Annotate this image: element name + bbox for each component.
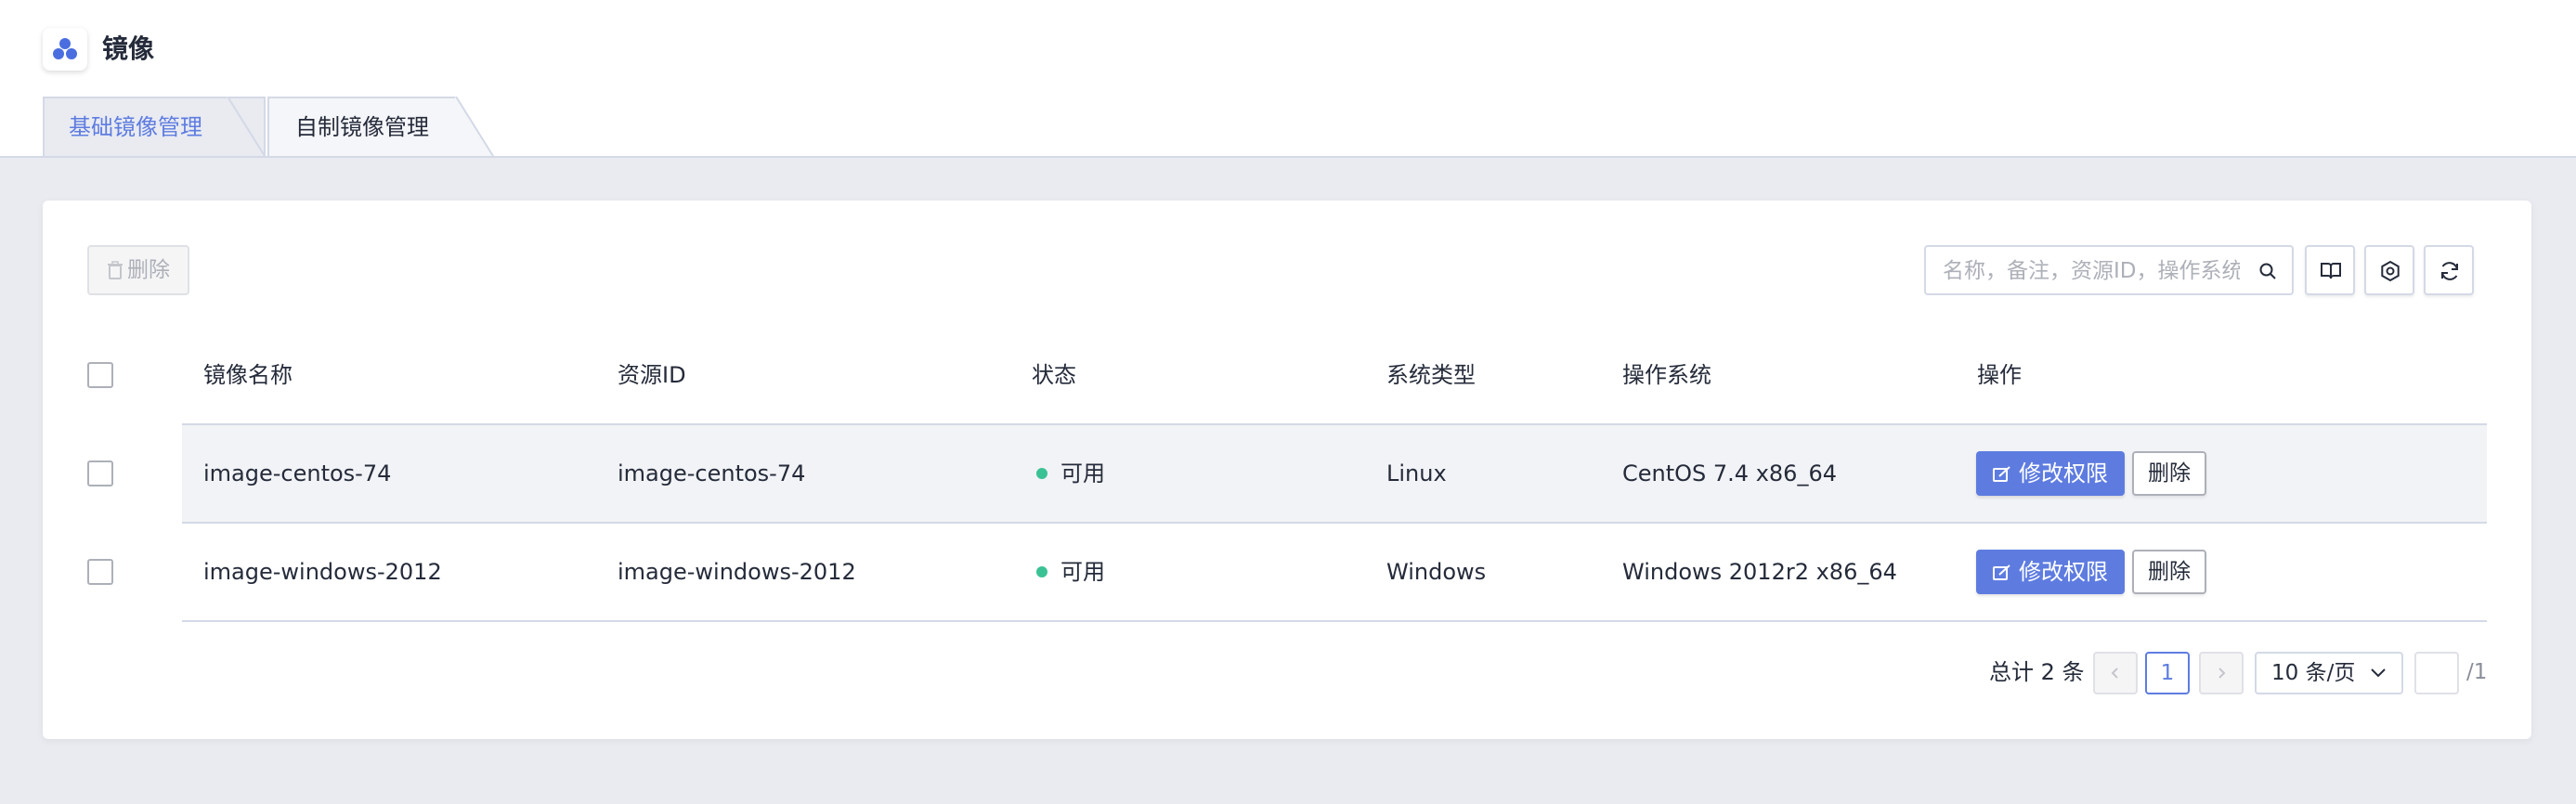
cell-os-type: Linux — [1386, 460, 1447, 486]
chevron-left-icon — [2111, 668, 2118, 679]
tab-custom-images[interactable]: 自制镜像管理 — [267, 97, 494, 156]
search-input[interactable] — [1941, 254, 2242, 288]
page-title: 镜像 — [102, 33, 155, 64]
select-all-checkbox[interactable] — [87, 362, 113, 388]
delete-row-button[interactable]: 删除 — [2132, 550, 2206, 594]
settings-button[interactable] — [2364, 245, 2414, 295]
next-page-button[interactable] — [2199, 652, 2244, 694]
status-text: 可用 — [1060, 559, 1105, 585]
cell-os: Windows 2012r2 x86_64 — [1622, 559, 1897, 585]
row-checkbox[interactable] — [87, 460, 113, 486]
page-size-select[interactable]: 10 条/页 — [2255, 652, 2403, 694]
book-icon — [2321, 263, 2341, 279]
bulk-delete-button[interactable]: 删除 — [87, 245, 189, 295]
page-number-current[interactable]: 1 — [2145, 652, 2190, 694]
pagination-total: 总计 2 条 — [1989, 659, 2085, 685]
cell-status: 可用 — [1036, 557, 1105, 587]
delete-row-button[interactable]: 删除 — [2132, 451, 2206, 496]
search-box[interactable] — [1924, 245, 2294, 295]
page-jump-input[interactable] — [2414, 652, 2459, 694]
docs-button[interactable] — [2305, 245, 2355, 295]
row-divider — [182, 620, 2487, 622]
cell-image-name: image-windows-2012 — [203, 559, 442, 585]
search-icon[interactable] — [2258, 262, 2277, 280]
refresh-icon — [2441, 262, 2458, 280]
modify-permission-label: 修改权限 — [2019, 460, 2108, 486]
image-list-card: 删除 镜像名称 资源ID 状态 系统类型 操作系统 操作 — [43, 201, 2531, 739]
status-dot-icon — [1036, 468, 1047, 479]
row-divider — [182, 522, 2487, 524]
bulk-delete-label: 删除 — [127, 258, 170, 282]
column-header-resource-id[interactable]: 资源ID — [618, 360, 686, 390]
tab-label: 基础镜像管理 — [69, 114, 202, 140]
status-dot-icon — [1036, 566, 1047, 577]
trash-icon — [108, 261, 123, 279]
modify-permission-label: 修改权限 — [2019, 559, 2108, 585]
cell-os-type: Windows — [1386, 559, 1487, 585]
page-header: 镜像 基础镜像管理 自制镜像管理 — [0, 0, 2576, 158]
chevron-down-icon — [2371, 668, 2386, 678]
status-text: 可用 — [1060, 460, 1105, 486]
settings-icon — [2381, 260, 2400, 282]
edit-icon — [1993, 466, 2010, 482]
column-header-actions: 操作 — [1977, 362, 2022, 388]
cell-status: 可用 — [1036, 459, 1105, 488]
modify-permission-button[interactable]: 修改权限 — [1976, 451, 2125, 496]
cell-image-name: image-centos-74 — [203, 460, 392, 486]
cell-resource-id: image-windows-2012 — [618, 559, 856, 585]
tab-slant-decoration — [455, 97, 494, 156]
column-header-os-type[interactable]: 系统类型 — [1386, 360, 1476, 390]
total-pages: /1 — [2466, 660, 2488, 684]
cluster-dots-icon — [43, 28, 87, 71]
cell-os: CentOS 7.4 x86_64 — [1622, 460, 1837, 486]
cell-resource-id: image-centos-74 — [618, 460, 806, 486]
page-size-value: 10 条/页 — [2271, 661, 2356, 685]
refresh-button[interactable] — [2424, 245, 2474, 295]
tab-label: 自制镜像管理 — [295, 114, 429, 140]
column-header-status[interactable]: 状态 — [1032, 360, 1076, 390]
tab-slant-decoration — [227, 97, 266, 156]
tab-base-images[interactable]: 基础镜像管理 — [43, 97, 266, 156]
column-header-os[interactable]: 操作系统 — [1622, 360, 1711, 390]
column-header-name[interactable]: 镜像名称 — [203, 360, 293, 390]
prev-page-button[interactable] — [2093, 652, 2138, 694]
chevron-right-icon — [2218, 668, 2226, 679]
edit-icon — [1993, 564, 2010, 580]
modify-permission-button[interactable]: 修改权限 — [1976, 550, 2125, 594]
row-checkbox[interactable] — [87, 559, 113, 585]
